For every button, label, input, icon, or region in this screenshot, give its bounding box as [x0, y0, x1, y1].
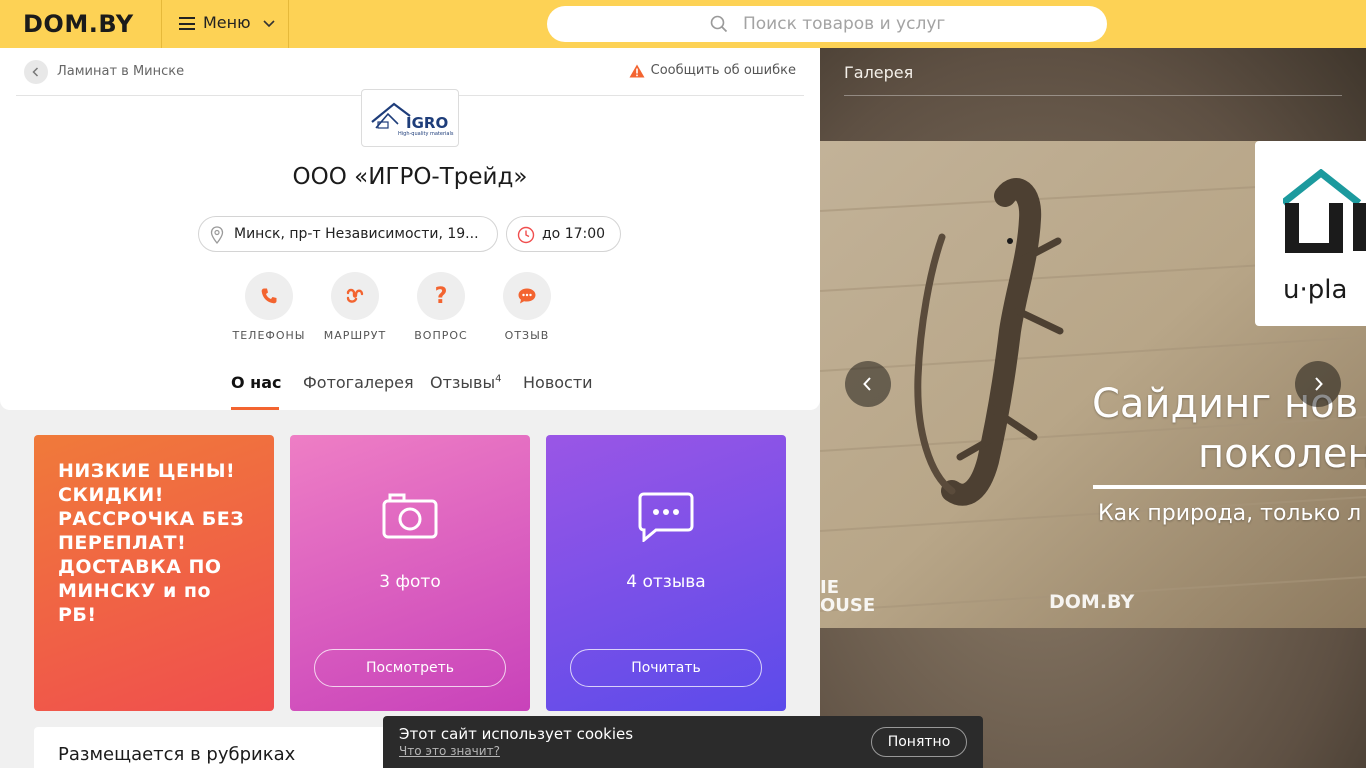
tab-gallery[interactable]: Фотогалерея	[303, 373, 414, 392]
hours-text: до 17:00	[542, 226, 606, 242]
review-label: ОТЗЫВ	[504, 329, 550, 342]
question-button[interactable]: ?	[417, 272, 465, 320]
route-label: МАРШРУТ	[323, 329, 387, 342]
company-card: Ламинат в Минске Сообщить об ошибке IGRO…	[0, 48, 820, 410]
watermark-left: IE OUSE	[820, 579, 875, 615]
question-label: ВОПРОС	[414, 329, 468, 342]
view-photos-button[interactable]: Посмотреть	[314, 649, 506, 687]
igro-logo-image: IGRO High-quality materials	[371, 102, 454, 137]
watermark-domby: DOM.BY	[1049, 591, 1135, 613]
company-name: ООО «ИГРО-Трейд»	[292, 164, 528, 190]
question-action[interactable]: ? ВОПРОС	[396, 272, 486, 342]
logo-text: IGRO	[406, 114, 448, 132]
route-button[interactable]	[331, 272, 379, 320]
menu-button[interactable]: Меню	[162, 0, 288, 48]
phones-label: ТЕЛЕФОНЫ	[232, 329, 306, 342]
warning-icon	[629, 64, 645, 77]
location-pin-icon	[210, 226, 224, 244]
hours-chip[interactable]: до 17:00	[506, 216, 621, 252]
divider	[844, 95, 1342, 96]
breadcrumb-link[interactable]: Ламинат в Минске	[57, 64, 184, 79]
address-chip[interactable]: Минск, пр-т Независимости, 19...	[198, 216, 498, 252]
company-logo: IGRO High-quality materials	[361, 89, 459, 147]
header-divider	[288, 0, 289, 48]
slide-underline	[1093, 485, 1366, 489]
cookie-banner: Этот сайт использует cookies Что это зна…	[383, 716, 983, 768]
gallery-panel: Галерея u·pla Сайдинг нов поколен Как пр…	[820, 48, 1366, 768]
gallery-slide[interactable]: u·pla Сайдинг нов поколен Как природа, т…	[820, 141, 1366, 628]
tab-news[interactable]: Новости	[523, 373, 593, 392]
logo-tagline: High-quality materials	[398, 131, 454, 137]
question-icon: ?	[434, 283, 448, 309]
menu-label: Меню	[203, 13, 251, 32]
site-logo[interactable]: DOM.BY	[23, 10, 134, 38]
chevron-down-icon	[263, 20, 275, 28]
phone-icon	[261, 288, 277, 304]
back-button[interactable]	[24, 60, 48, 84]
chevron-left-icon	[863, 377, 871, 391]
report-error-link[interactable]: Сообщить об ошибке	[629, 63, 796, 78]
route-icon	[346, 288, 364, 303]
active-tab-indicator	[231, 407, 279, 410]
reviews-tile[interactable]: 4 отзыва Почитать	[546, 435, 786, 711]
chevron-right-icon	[1315, 377, 1323, 391]
tab-about[interactable]: О нас	[231, 373, 282, 392]
gallery-title: Галерея	[844, 63, 914, 82]
search-icon	[710, 15, 728, 33]
top-header: DOM.BY Меню	[0, 0, 1366, 48]
search-box[interactable]	[547, 6, 1107, 42]
photos-count: 3 фото	[379, 572, 441, 592]
camera-icon	[382, 493, 438, 539]
hamburger-icon	[179, 17, 195, 30]
watermark-left-line-2: OUSE	[820, 595, 876, 616]
route-action[interactable]: МАРШРУТ	[310, 272, 400, 342]
gallery-prev-button[interactable]	[845, 361, 891, 407]
photos-tile[interactable]: 3 фото Посмотреть	[290, 435, 530, 711]
tab-reviews-count: 4	[495, 373, 502, 385]
slide-subtitle: Как природа, только л	[1098, 501, 1362, 526]
cookie-info-link[interactable]: Что это значит?	[399, 744, 500, 758]
slide-heading-line-2: поколен	[1198, 431, 1366, 477]
phones-button[interactable]	[245, 272, 293, 320]
phones-action[interactable]: ТЕЛЕФОНЫ	[224, 272, 314, 342]
cookie-text: Этот сайт использует cookies	[399, 725, 634, 743]
review-action[interactable]: ОТЗЫВ	[482, 272, 572, 342]
chat-icon	[518, 288, 536, 304]
brand-wordmark: u·pla	[1283, 275, 1348, 305]
gallery-next-button[interactable]	[1295, 361, 1341, 407]
brand-logo-card: u·pla	[1255, 141, 1366, 326]
cookie-accept-button[interactable]: Понятно	[871, 727, 967, 757]
address-text: Минск, пр-т Независимости, 19...	[234, 226, 479, 242]
tab-reviews-label: Отзывы	[430, 373, 496, 392]
promo-text: НИЗКИЕ ЦЕНЫ! СКИДКИ! РАССРОЧКА БЕЗ ПЕРЕП…	[58, 460, 245, 626]
search-input[interactable]	[743, 12, 1083, 36]
uplast-house-logo	[1283, 169, 1366, 253]
reviews-count: 4 отзыва	[626, 572, 706, 592]
chevron-left-icon	[32, 67, 39, 77]
read-reviews-button[interactable]: Почитать	[570, 649, 762, 687]
tab-reviews[interactable]: Отзывы4	[430, 373, 502, 392]
speech-bubble-icon	[638, 492, 694, 542]
promo-tile[interactable]: НИЗКИЕ ЦЕНЫ! СКИДКИ! РАССРОЧКА БЕЗ ПЕРЕП…	[34, 435, 274, 711]
rubrics-title: Размещается в рубриках	[58, 744, 296, 765]
report-error-label: Сообщить об ошибке	[650, 63, 796, 78]
review-button[interactable]	[503, 272, 551, 320]
clock-icon	[517, 226, 535, 244]
